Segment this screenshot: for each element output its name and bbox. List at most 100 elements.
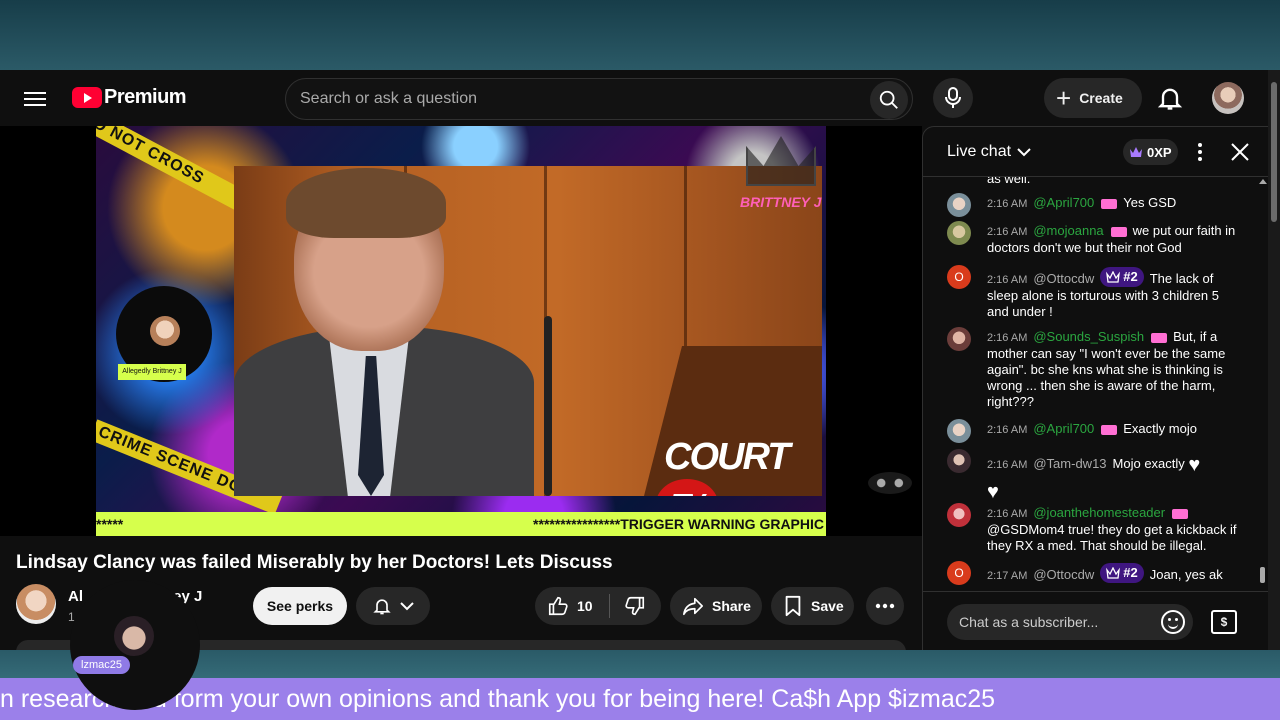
super-chat-dollar-icon[interactable]: $ — [1211, 610, 1237, 634]
stream-overlay-art: DO NOT CROSS CRIME SCENE DO Allegedly Br… — [96, 126, 826, 536]
member-badge-icon — [1151, 332, 1168, 343]
chat-author-avatar[interactable] — [947, 193, 971, 217]
plus-icon: + — [1056, 83, 1072, 113]
chevron-down-icon — [400, 602, 414, 611]
scroll-up-arrow-icon[interactable] — [1259, 179, 1267, 184]
courtroom-feed: COURTTV — [234, 166, 822, 496]
streamer-webcam-circle — [70, 580, 200, 710]
crown-icon — [1106, 271, 1121, 283]
search-icon — [879, 90, 898, 109]
stream-background-top — [0, 0, 1280, 70]
create-button[interactable]: + Create — [1044, 78, 1142, 118]
close-icon[interactable] — [1229, 141, 1251, 163]
warning-right-text: ****************TRIGGER WARNING GRAPHIC — [533, 516, 824, 532]
member-badge-icon — [1110, 226, 1127, 237]
account-avatar[interactable] — [1212, 82, 1244, 114]
chat-author-avatar[interactable]: O — [947, 561, 971, 585]
streamer-name-tag: lzmac25 — [73, 656, 130, 674]
search-input[interactable] — [300, 79, 860, 119]
logo-text: Premium — [104, 86, 187, 108]
page-scrollbar[interactable] — [1268, 70, 1280, 650]
youtube-premium-logo[interactable]: Premium — [72, 86, 187, 109]
streamer-face — [114, 616, 154, 656]
crown-icon — [1130, 147, 1142, 157]
menu-icon[interactable] — [24, 88, 46, 108]
chat-author-avatar[interactable] — [947, 419, 971, 443]
brand-label: BRITTNEY J — [740, 194, 822, 210]
chat-author[interactable]: @Tam-dw13 — [1033, 456, 1106, 471]
more-vertical-icon[interactable] — [1197, 141, 1203, 163]
youtube-play-icon — [72, 87, 102, 108]
xp-value: 0XP — [1147, 144, 1172, 160]
chat-scrollbar[interactable] — [1257, 179, 1267, 589]
chat-author[interactable]: @Ottocdw — [1033, 271, 1094, 286]
bookmark-icon — [785, 595, 801, 617]
chat-input[interactable] — [959, 604, 1149, 640]
chat-author[interactable]: @Sounds_Suspish — [1033, 329, 1144, 344]
chat-author[interactable]: @mojoanna — [1033, 223, 1103, 238]
see-perks-button[interactable]: See perks — [253, 587, 347, 625]
bell-icon — [373, 599, 391, 615]
masthead: Premium + Create — [0, 70, 1268, 126]
witness-microphone — [544, 316, 552, 496]
chat-author[interactable]: @joanthehomesteader — [1033, 505, 1165, 520]
share-button[interactable]: Share — [670, 587, 762, 625]
thumbs-up-icon — [548, 596, 568, 616]
save-label: Save — [811, 598, 844, 614]
notifications-bell-icon[interactable] — [1156, 84, 1184, 112]
host-name-tag: Allegedly Brittney J — [118, 364, 186, 380]
channel-avatar[interactable] — [16, 584, 56, 624]
more-actions-button[interactable] — [866, 587, 904, 625]
chat-author-avatar[interactable] — [947, 221, 971, 245]
more-horizontal-icon — [875, 603, 895, 609]
chat-input-box — [947, 604, 1193, 640]
emoji-icon[interactable] — [1161, 610, 1185, 634]
crown-logo-icon — [746, 136, 816, 186]
host-face — [150, 316, 180, 346]
chat-scroll-thumb[interactable] — [1260, 567, 1265, 583]
chat-message: 2:16 AM @Sounds_Suspish But, if a mother c… — [947, 327, 1237, 410]
chat-author-avatar[interactable] — [947, 327, 971, 351]
like-dislike-group: 10 — [535, 587, 661, 625]
like-count: 10 — [577, 598, 593, 614]
create-label: Create — [1079, 90, 1123, 106]
chat-message-cut: as well. — [987, 177, 1031, 186]
member-badge-icon — [1101, 424, 1118, 435]
chat-message: 2:16 AM @April700 Yes GSD — [947, 193, 1237, 217]
thumbs-down-icon — [624, 596, 644, 616]
chat-author-avatar[interactable]: O — [947, 265, 971, 289]
rank-badge: #2 — [1100, 267, 1144, 287]
member-badge-icon — [1101, 198, 1118, 209]
chat-author-avatar[interactable] — [947, 503, 971, 527]
dislike-button[interactable] — [610, 595, 646, 617]
chat-author-avatar[interactable] — [947, 449, 971, 473]
chat-message: O 2:17 AM @Ottocdw #2 Joan, yes ak — [947, 561, 1237, 585]
chat-message: 2:16 AM @joanthehomesteader @GSDMom4 true!… — [947, 503, 1237, 554]
chat-author[interactable]: @April700 — [1033, 421, 1094, 436]
live-chat-mode-dropdown[interactable]: Live chat — [947, 143, 1031, 161]
white-heart-icon: ♥ — [1188, 453, 1201, 476]
subscription-notification-button[interactable] — [356, 587, 430, 625]
chat-input-row: $ — [923, 591, 1268, 650]
live-chat-header: Live chat 0XP — [923, 127, 1268, 177]
white-heart-icon: ♥ — [987, 480, 999, 503]
xp-badge[interactable]: 0XP — [1123, 139, 1178, 165]
chat-author[interactable]: @Ottocdw — [1033, 567, 1094, 582]
crown-icon — [1106, 567, 1121, 579]
chat-author[interactable]: @April700 — [1033, 195, 1094, 210]
like-button[interactable]: 10 — [535, 594, 610, 618]
chat-message: O 2:16 AM @Ottocdw #2 The lack of sleep alo… — [947, 265, 1237, 320]
warning-left-text: ***** — [96, 516, 124, 532]
member-badge-icon — [1172, 508, 1189, 519]
share-icon — [683, 597, 703, 616]
chat-message: 2:16 AM @April700 Exactly mojo — [947, 419, 1237, 443]
video-player[interactable]: DO NOT CROSS CRIME SCENE DO Allegedly Br… — [0, 126, 922, 536]
save-button[interactable]: Save — [771, 587, 854, 625]
search-button[interactable] — [870, 81, 908, 119]
page-scroll-thumb[interactable] — [1271, 82, 1277, 222]
courttv-logo: COURTTV — [656, 436, 822, 496]
chat-messages[interactable]: as well. 2:16 AM @April700 Yes GSD 2:16 AM… — [923, 177, 1268, 587]
voice-search-button[interactable] — [933, 78, 973, 118]
share-label: Share — [712, 598, 751, 614]
video-title: Lindsay Clancy was failed Miserably by h… — [16, 552, 613, 573]
